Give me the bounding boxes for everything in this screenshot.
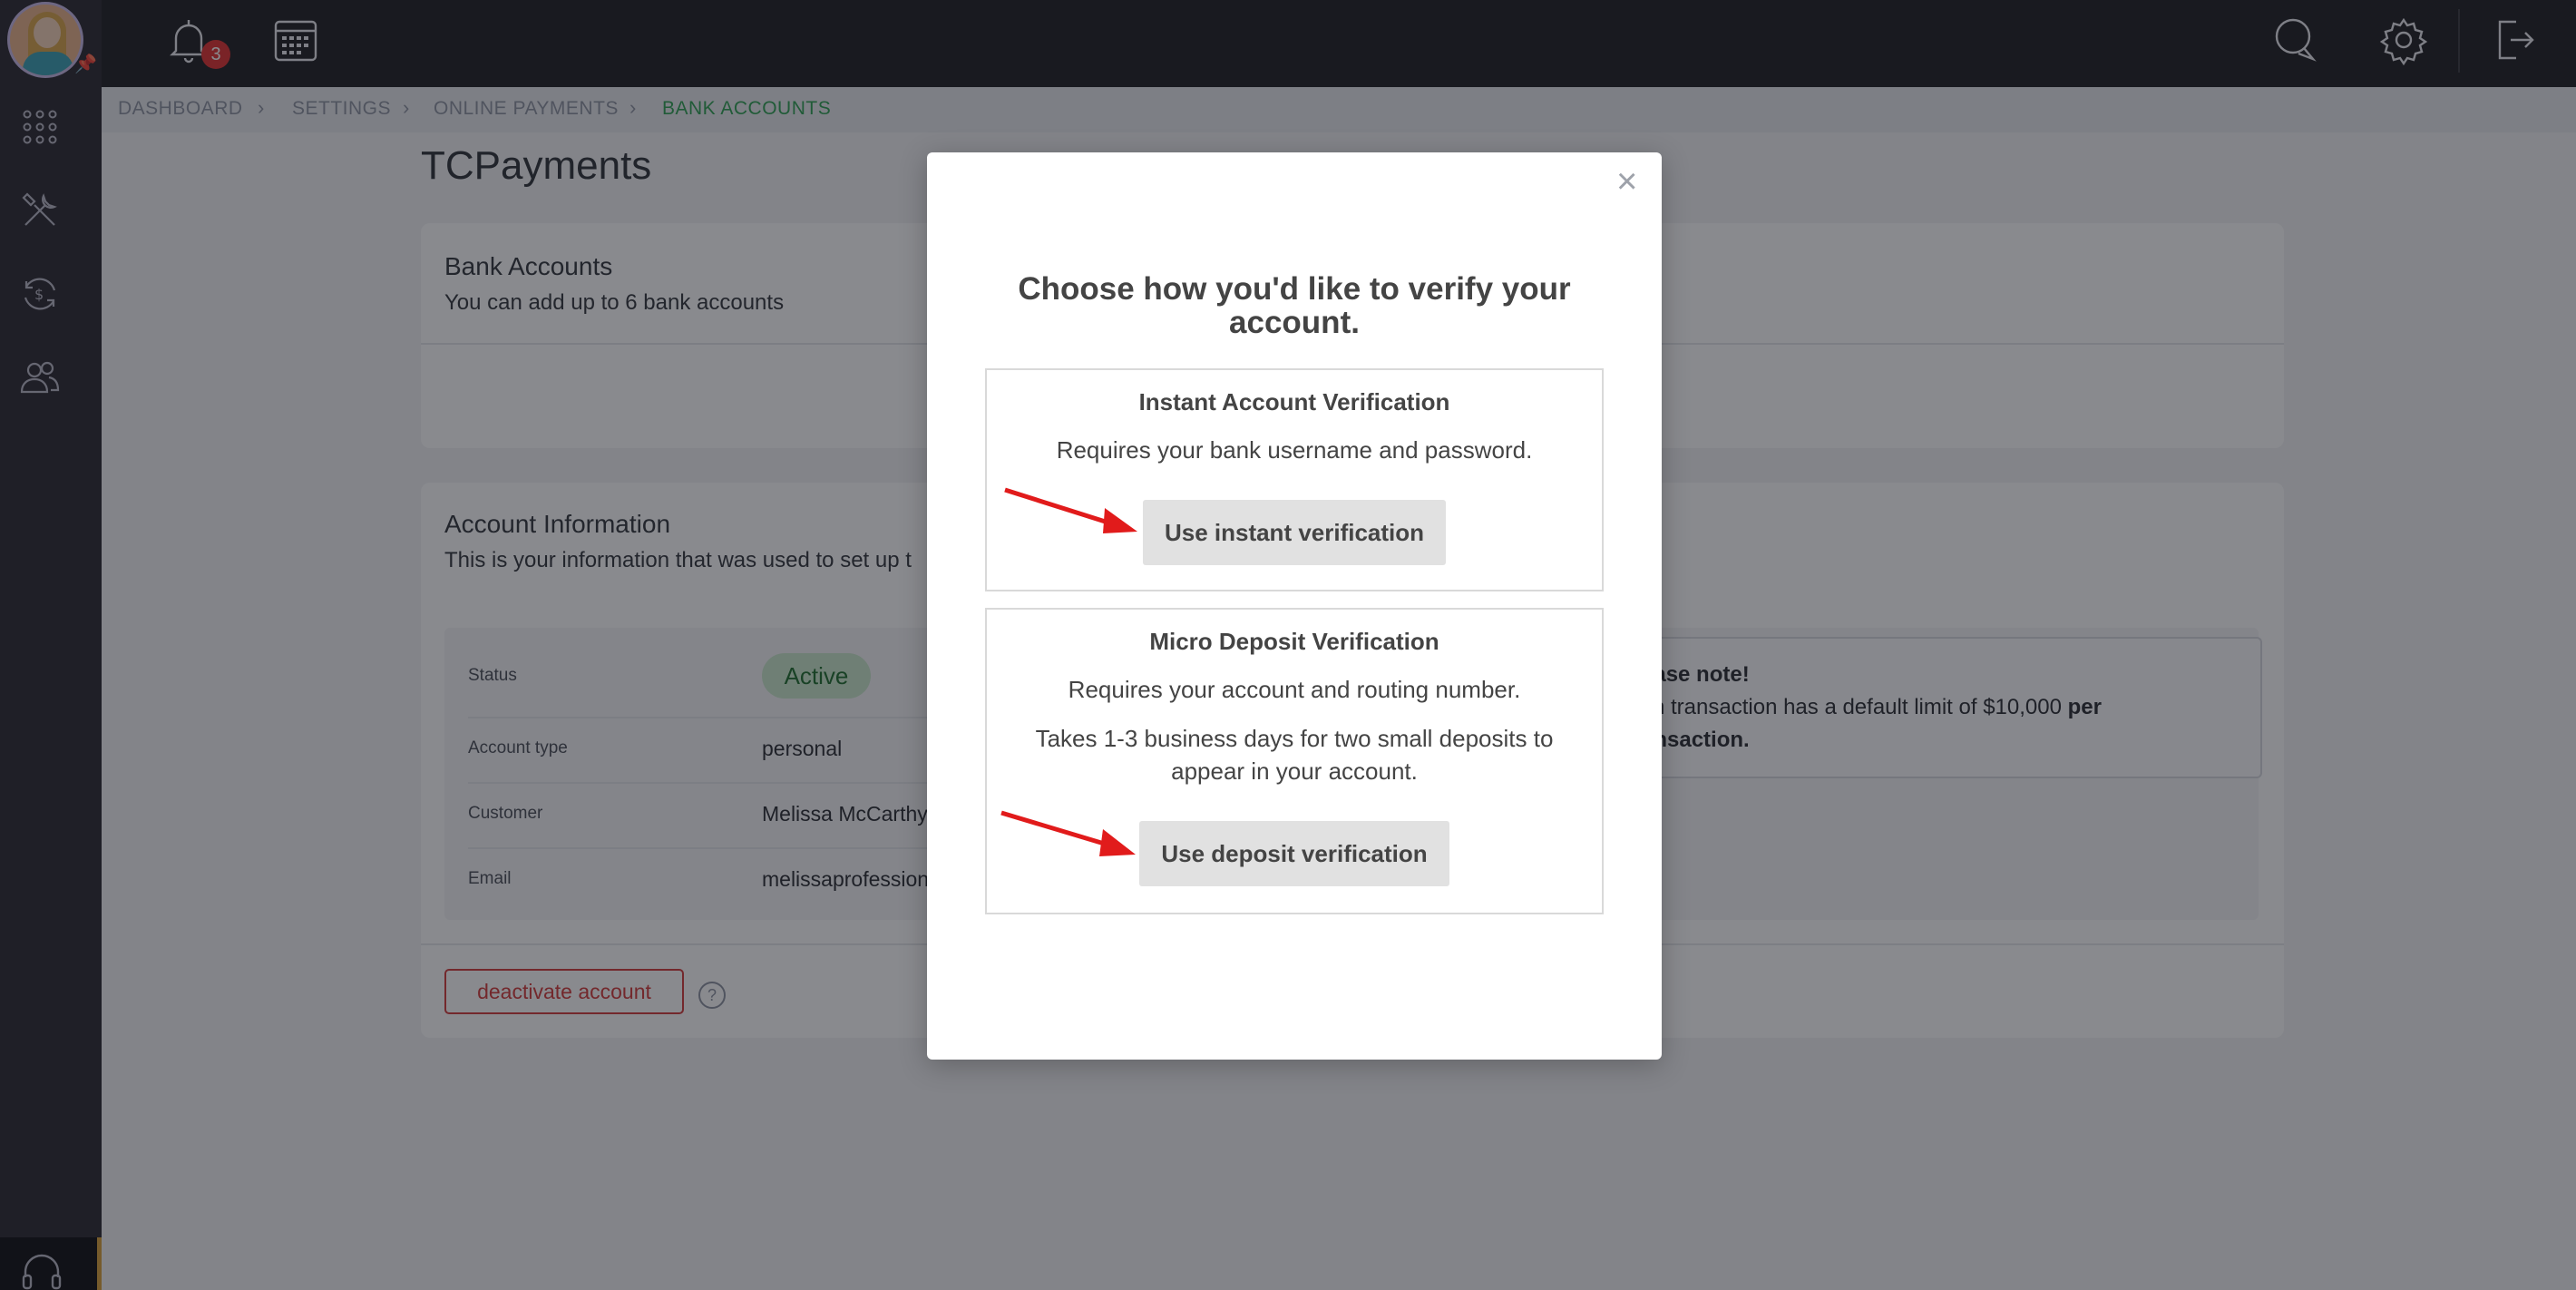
use-deposit-verification-button[interactable]: Use deposit verification bbox=[1139, 821, 1449, 886]
use-instant-verification-button[interactable]: Use instant verification bbox=[1143, 500, 1446, 565]
deposit-verification-title: Micro Deposit Verification bbox=[1149, 628, 1439, 655]
annotation-arrow-icon bbox=[1004, 487, 1137, 533]
instant-verification-desc: Requires your bank username and password… bbox=[1056, 436, 1533, 464]
modal-title: Choose how you'd like to verify your acc… bbox=[1018, 271, 1571, 340]
instant-verification-title: Instant Account Verification bbox=[1138, 388, 1450, 415]
close-icon[interactable]: × bbox=[1616, 163, 1637, 200]
deposit-verification-desc: Requires your account and routing number… bbox=[1068, 676, 1521, 703]
deposit-verification-timing: Takes 1-3 business days for two small de… bbox=[1035, 725, 1554, 785]
annotation-arrow-icon bbox=[1000, 810, 1136, 856]
